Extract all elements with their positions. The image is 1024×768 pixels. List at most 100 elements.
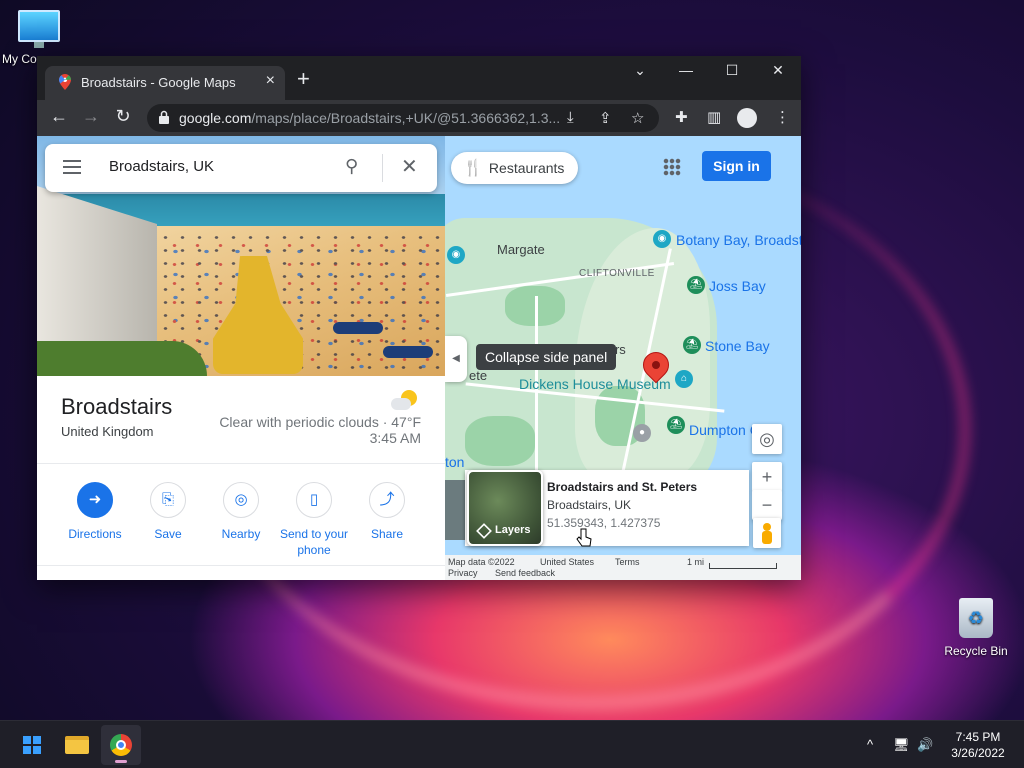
imagery-thumbnail[interactable] [445,480,465,540]
restaurants-chip[interactable]: 🍴 Restaurants [451,152,579,184]
beach-poi-icon[interactable]: ⛱ [683,336,701,354]
map-park [465,416,535,466]
send-feedback-link[interactable]: Send feedback [495,568,555,578]
map-label-margate[interactable]: Margate [497,242,545,257]
start-button[interactable] [12,725,52,765]
close-tab-icon[interactable]: × [266,72,275,90]
folder-icon [65,736,89,754]
url-text: google.com/maps/place/Broadstairs,+UK/@5… [179,110,559,126]
tab-search-icon[interactable]: ⌄ [620,62,660,79]
clear-search-icon[interactable]: ✕ [401,154,418,179]
museum-poi-icon[interactable]: ⌂ [675,370,693,388]
new-tab-button[interactable]: + [297,68,310,90]
place-actions: ➜ Directions ⎘ Save ◎ Nearby ▯ Send to y… [37,464,445,564]
scale-label[interactable]: 1 mi [687,557,704,567]
network-icon[interactable]: 🖥 [893,737,910,753]
map-country-link[interactable]: United States [540,557,594,567]
chrome-icon [110,734,132,756]
taskbar-file-explorer[interactable] [57,725,97,765]
save-button[interactable]: ⎘ Save [128,482,208,542]
phone-icon: ▯ [296,482,332,518]
forward-button[interactable]: → [79,106,103,127]
zoom-out-button[interactable]: − [752,490,782,520]
map-data-text: Map data ©2022 [448,557,515,567]
taskbar-chrome[interactable] [101,725,141,765]
map-label-stone-bay[interactable]: Stone Bay [705,338,770,354]
tab-title: Broadstairs - Google Maps [81,75,236,90]
send-to-phone-button[interactable]: ▯ Send to your phone [274,482,354,558]
layers-label: Layers [495,524,531,536]
bookmark-icon: ⎘ [150,482,186,518]
camera-poi-icon[interactable]: ◉ [653,230,671,248]
desktop-icon-label: Recycle Bin [944,644,1008,658]
search-box[interactable]: Broadstairs, UK ⚲ ✕ [45,144,437,192]
weather-info: Clear with periodic clouds · 47°F 3:45 A… [217,414,421,446]
profile-avatar-icon[interactable] [737,108,757,128]
collapse-panel-button[interactable]: ◀ [445,336,467,382]
privacy-link[interactable]: Privacy [448,568,478,578]
active-indicator [115,760,127,763]
url-host: google.com [179,110,252,126]
beach-poi-icon[interactable]: ⛱ [667,416,685,434]
map-canvas[interactable]: 🍴 Restaurants Sign in Margate CLIFTONVILL… [445,136,801,580]
nearby-icon: ◎ [223,482,259,518]
restaurants-label: Restaurants [488,160,565,176]
map-label-partial[interactable]: ton [445,454,464,470]
browser-window: Broadstairs - Google Maps × + ⌄ — ☐ ✕ ← … [37,56,801,580]
my-location-button[interactable]: ◎ [752,424,782,454]
action-label: Nearby [221,527,261,541]
tray-overflow-chevron-icon[interactable]: ^ [867,737,873,752]
share-page-icon[interactable]: ⇪ [599,109,612,127]
bookmark-star-icon[interactable]: ☆ [631,109,644,127]
action-label: Directions [68,527,122,541]
desktop-icon-recycle-bin[interactable]: ♻ Recycle Bin [940,598,1012,658]
directions-button[interactable]: ➜ Directions [55,482,135,542]
action-label: Share [370,527,404,541]
map-label-partial[interactable]: ete [469,368,487,383]
google-maps-icon [59,74,71,90]
maximize-button[interactable]: ☐ [712,62,752,79]
layers-button[interactable]: Layers [467,470,543,546]
map-label-joss-bay[interactable]: Joss Bay [709,278,766,294]
taskbar-clock[interactable]: 7:45 PM 3/26/2022 [938,729,1018,761]
extensions-icon[interactable]: ✚ [675,108,688,126]
install-app-icon[interactable]: ⤓ [567,109,574,126]
map-label-botany-bay[interactable]: Botany Bay, Broadst [676,232,801,248]
map-label-dickens-house[interactable]: Dickens House Museum [519,376,671,392]
maps-page: Broadstairs, UK ⚲ ✕ Broadstairs United K… [37,136,801,580]
search-icon[interactable]: ⚲ [345,156,358,177]
terms-link[interactable]: Terms [615,557,640,567]
search-input[interactable]: Broadstairs, UK [109,158,214,175]
back-button[interactable]: ← [47,106,71,127]
camera-poi-icon[interactable]: ◉ [447,246,465,264]
street-view-pegman-icon[interactable] [753,518,781,548]
layers-icon [476,523,492,539]
map-label-dumpton[interactable]: Dumpton G [689,422,761,438]
nearby-button[interactable]: ◎ Nearby [201,482,281,542]
address-bar[interactable]: google.com/maps/place/Broadstairs,+UK/@5… [147,104,659,132]
place-name: Broadstairs [61,394,173,419]
minimize-button[interactable]: — [666,62,706,78]
browser-tab[interactable]: Broadstairs - Google Maps × [45,66,285,100]
sign-in-button[interactable]: Sign in [702,151,771,181]
browser-menu-icon[interactable]: ⋮ [775,108,790,126]
place-country: United Kingdom [61,424,154,439]
share-button[interactable]: ⤴ Share [347,482,427,542]
close-window-button[interactable]: ✕ [758,62,798,79]
menu-icon[interactable] [63,160,81,174]
computer-icon [18,10,60,48]
partly-cloudy-icon [391,390,417,412]
google-apps-icon[interactable] [663,158,681,176]
info-card-title: Broadstairs and St. Peters [547,480,698,494]
place-poi-icon[interactable]: ● [633,424,651,442]
side-panel-icon[interactable]: ▥ [707,108,721,126]
zoom-in-button[interactable]: + [752,462,782,492]
info-card-subtitle: Broadstairs, UK [547,498,632,512]
scale-bar[interactable] [709,563,777,569]
volume-icon[interactable]: 🔊 [917,737,933,753]
reload-button[interactable]: ↻ [111,106,135,127]
tooltip: Collapse side panel [476,344,617,370]
beach-poi-icon[interactable]: ⛱ [687,276,705,294]
map-label-cliftonville[interactable]: CLIFTONVILLE [579,268,655,279]
weather-text: Clear with periodic clouds · 47°F [219,414,421,430]
